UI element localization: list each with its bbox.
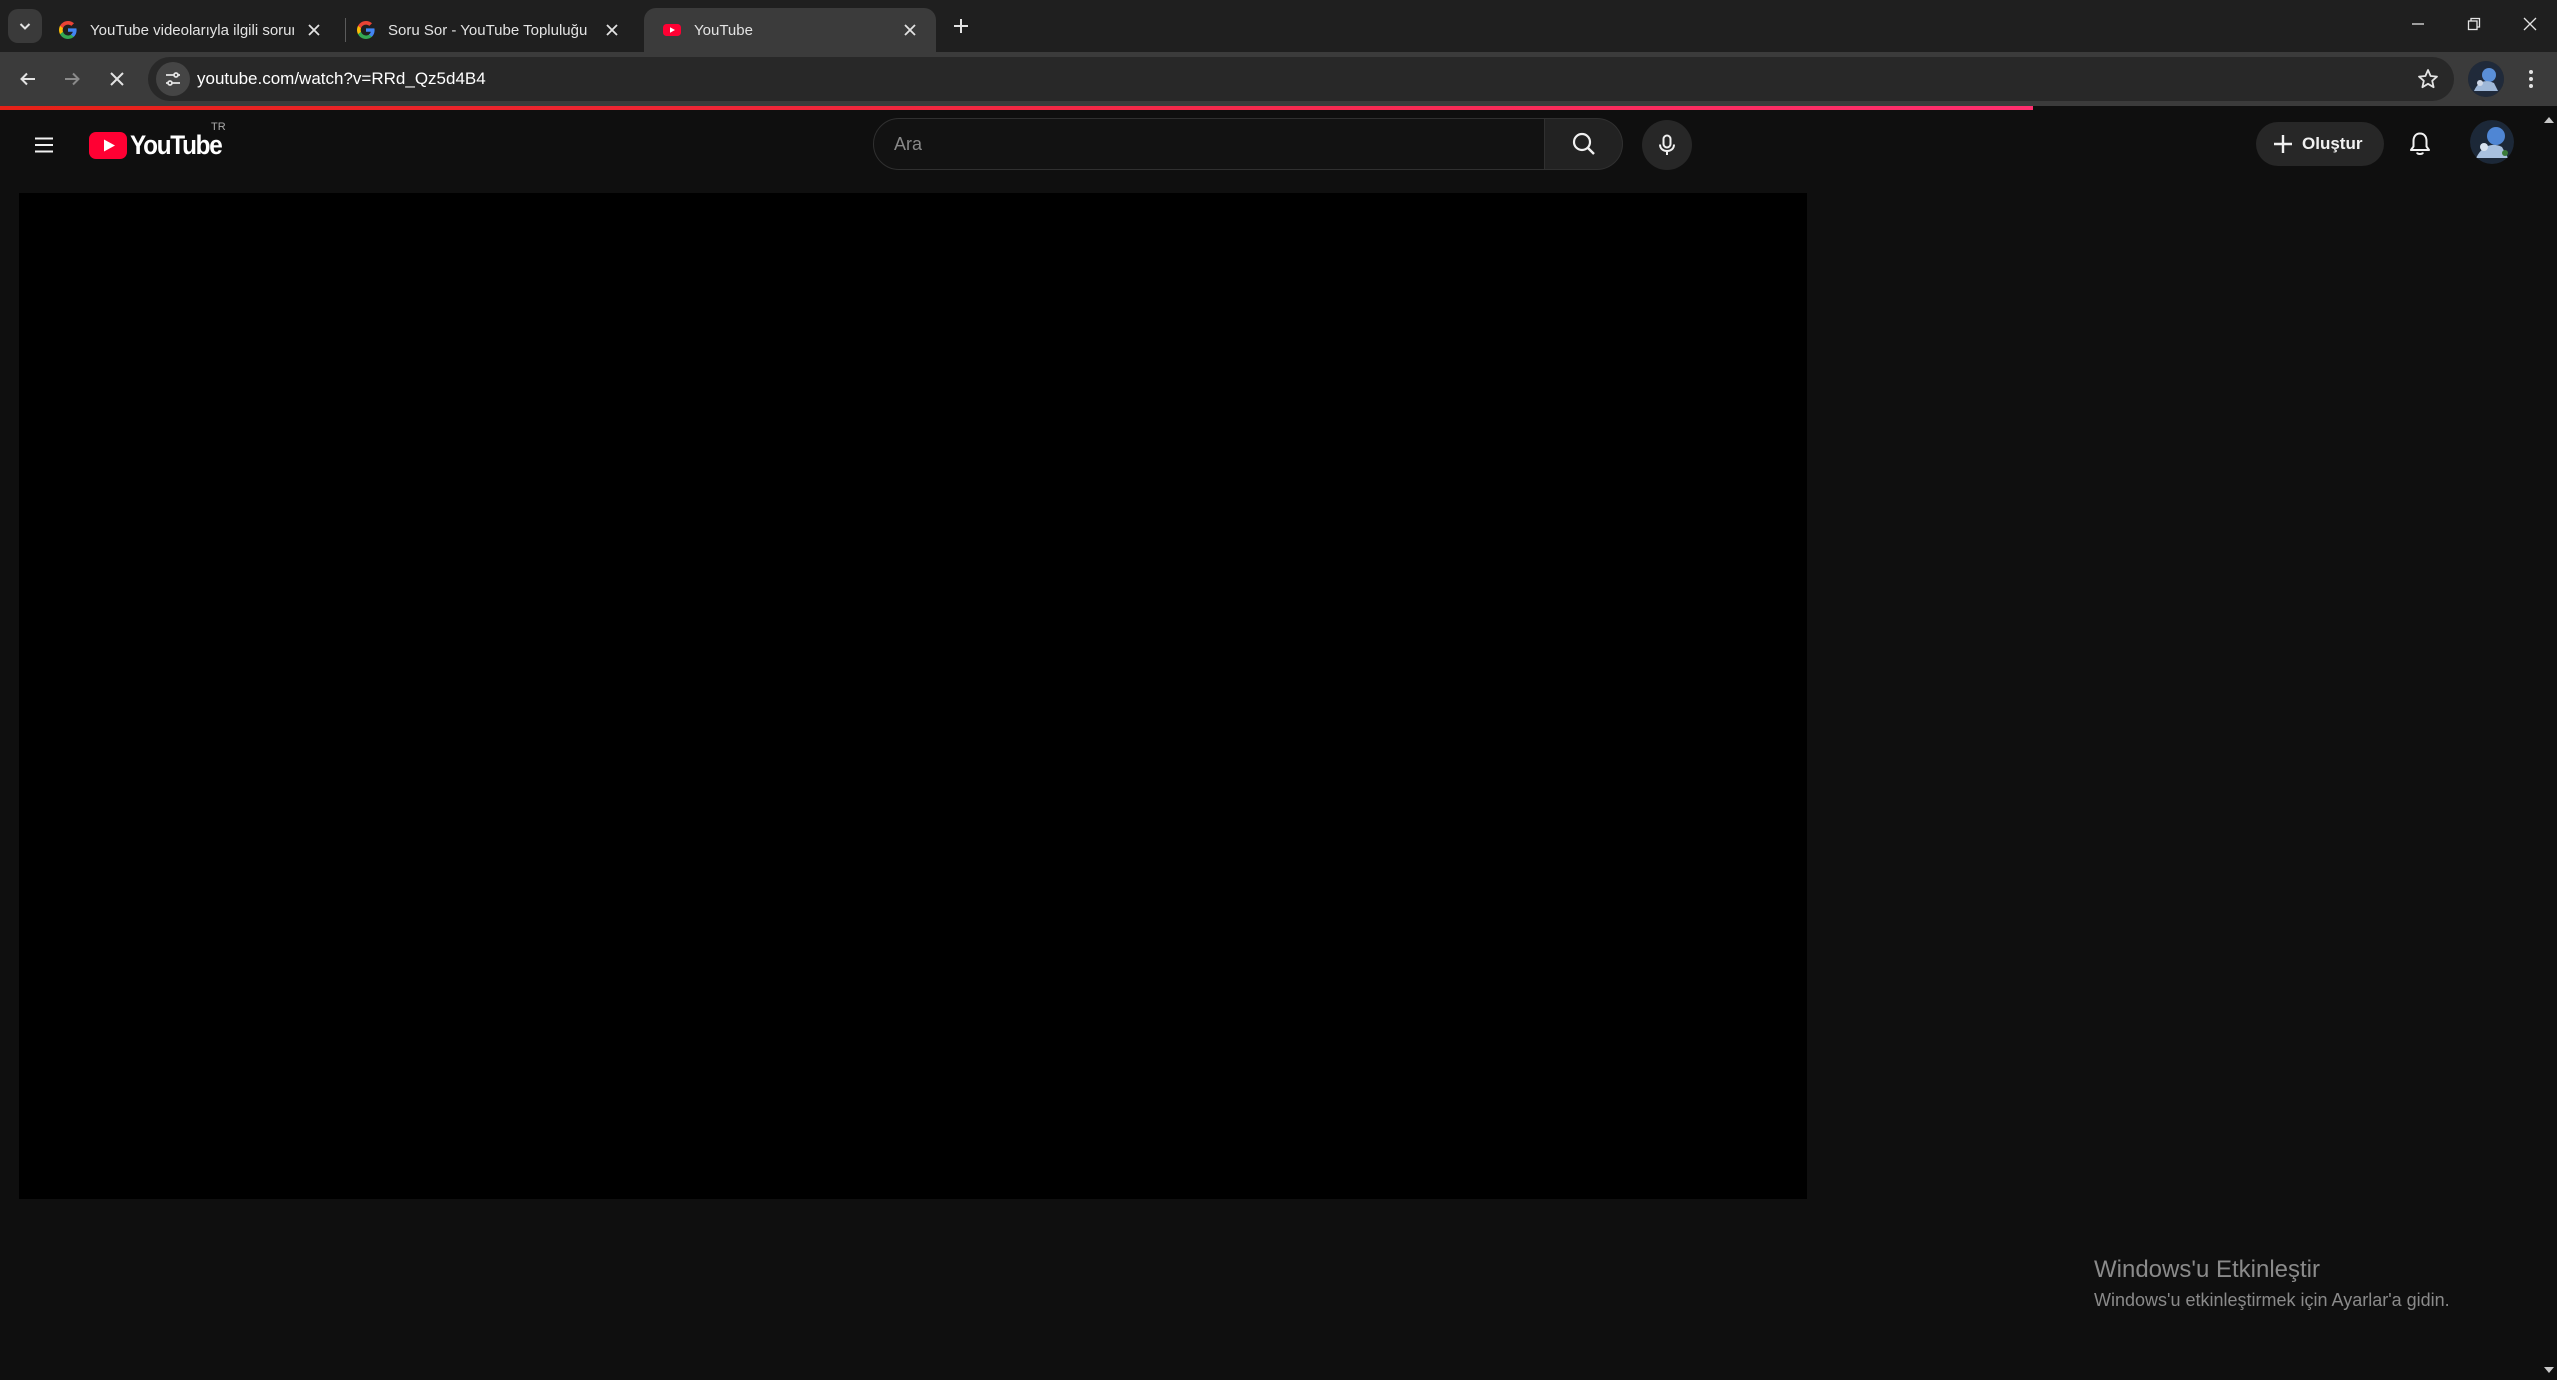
more-vertical-icon xyxy=(2529,70,2533,88)
plus-icon xyxy=(2274,135,2292,153)
new-tab-button[interactable] xyxy=(946,11,976,41)
profile-avatar[interactable] xyxy=(2468,61,2504,97)
restore-icon xyxy=(2467,17,2481,31)
tab-strip: YouTube videolarıyla ilgili sorun Soru S… xyxy=(0,0,2557,52)
plus-icon xyxy=(954,19,968,33)
site-info-button[interactable] xyxy=(156,62,190,96)
page-scrollbar[interactable] xyxy=(2540,110,2557,1380)
minimize-button[interactable] xyxy=(2389,0,2447,48)
search-input[interactable] xyxy=(874,119,1544,169)
stop-loading-button[interactable] xyxy=(99,61,135,97)
voice-search-button[interactable] xyxy=(1642,120,1692,170)
google-g-icon xyxy=(59,21,77,39)
guide-menu-button[interactable] xyxy=(24,125,64,165)
avatar-image-icon xyxy=(2470,120,2514,164)
video-player[interactable] xyxy=(19,193,1807,1199)
tab-close-button[interactable] xyxy=(600,18,624,42)
chevron-down-icon xyxy=(19,23,31,30)
minimize-icon xyxy=(2412,23,2424,25)
youtube-icon xyxy=(663,24,681,36)
arrow-left-icon xyxy=(20,72,35,86)
arrow-right-icon xyxy=(65,72,80,86)
close-icon xyxy=(308,24,320,36)
notifications-button[interactable] xyxy=(2398,122,2442,166)
close-icon xyxy=(904,24,916,36)
tab-close-button[interactable] xyxy=(302,18,326,42)
account-avatar[interactable] xyxy=(2470,120,2514,164)
windows-activation-watermark: Windows'u Etkinleştir Windows'u etkinleş… xyxy=(2094,1256,2450,1311)
hamburger-menu-icon xyxy=(35,137,53,153)
search-box[interactable] xyxy=(873,118,1545,170)
watermark-title: Windows'u Etkinleştir xyxy=(2094,1256,2320,1283)
tab-title: Soru Sor - YouTube Topluluğu xyxy=(388,21,588,39)
browser-menu-button[interactable] xyxy=(2514,61,2548,97)
tab-youtube[interactable]: YouTube xyxy=(644,8,936,52)
close-icon xyxy=(606,24,618,36)
close-icon xyxy=(2523,17,2537,31)
create-label: Oluştur xyxy=(2302,134,2363,153)
watermark-subtitle: Windows'u etkinleştirmek için Ayarlar'a … xyxy=(2094,1290,2450,1310)
browser-toolbar: youtube.com/watch?v=RRd_Qz5d4B4 xyxy=(0,52,2557,106)
tune-icon xyxy=(166,72,180,86)
restore-button[interactable] xyxy=(2445,0,2503,48)
forward-button[interactable] xyxy=(54,61,90,97)
back-button[interactable] xyxy=(10,61,46,97)
address-bar[interactable]: youtube.com/watch?v=RRd_Qz5d4B4 xyxy=(148,57,2454,101)
youtube-play-icon xyxy=(89,131,127,159)
tab-search-button[interactable] xyxy=(8,9,42,43)
google-g-icon xyxy=(357,21,375,39)
tab-title: YouTube xyxy=(694,21,753,39)
close-icon xyxy=(110,72,124,86)
search-icon xyxy=(1572,132,1595,155)
search-button[interactable] xyxy=(1545,118,1623,170)
microphone-icon xyxy=(1659,134,1675,155)
create-button[interactable]: Oluştur xyxy=(2256,122,2384,166)
star-icon[interactable] xyxy=(2416,67,2440,91)
avatar-image-icon xyxy=(2468,61,2504,97)
youtube-masthead: YouTube TR Oluştur xyxy=(0,110,2540,180)
region-code: TR xyxy=(211,121,226,133)
youtube-logo[interactable]: YouTube TR xyxy=(89,121,232,161)
tab-youtube-video-issues[interactable]: YouTube videolarıyla ilgili sorun xyxy=(40,8,340,52)
tab-close-button[interactable] xyxy=(898,18,922,42)
tab-title: YouTube videolarıyla ilgili sorun xyxy=(90,21,294,39)
close-window-button[interactable] xyxy=(2501,0,2557,48)
tab-ask-question-community[interactable]: Soru Sor - YouTube Topluluğu xyxy=(338,8,638,52)
url-text[interactable]: youtube.com/watch?v=RRd_Qz5d4B4 xyxy=(197,69,486,89)
scroll-up-arrow-icon[interactable] xyxy=(2543,114,2555,126)
scroll-down-arrow-icon[interactable] xyxy=(2543,1364,2555,1376)
logo-text: YouTube xyxy=(130,129,223,160)
bell-icon xyxy=(2410,132,2430,155)
